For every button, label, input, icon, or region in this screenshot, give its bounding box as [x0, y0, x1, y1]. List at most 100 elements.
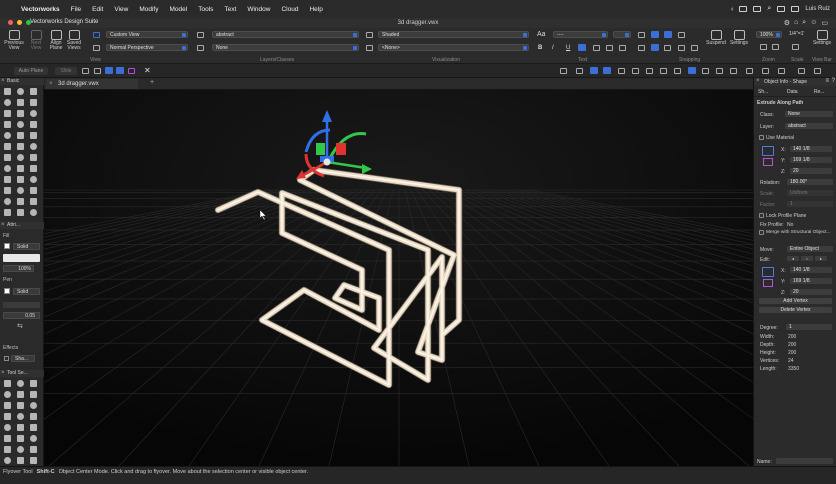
electrical-tool-icon[interactable] [17, 424, 24, 431]
flyover-mode-icon[interactable] [105, 67, 113, 74]
menu-icon[interactable]: ≡ [825, 78, 829, 84]
push-pull-tool-icon[interactable] [4, 198, 11, 205]
justify-icon[interactable] [619, 45, 626, 51]
prev-vertex-button[interactable]: • [801, 256, 813, 261]
oval-tool-icon[interactable] [17, 121, 24, 128]
machine-tool-icon[interactable] [4, 424, 11, 431]
polygon-tool-icon[interactable] [17, 132, 24, 139]
pan-icon[interactable] [94, 68, 101, 74]
delete-vertex-button[interactable]: Delete Vertex [759, 307, 832, 313]
mirror-tool-icon[interactable] [17, 154, 24, 161]
line-weight-field[interactable]: 0.05 [3, 312, 40, 319]
snapping-settings-button[interactable]: Settings [727, 30, 751, 46]
shadow-select[interactable]: Sha... [11, 355, 35, 362]
view-select[interactable]: Custom View [106, 31, 188, 38]
visualization-tool-icon[interactable] [17, 402, 24, 409]
furniture-tool-icon[interactable] [17, 391, 24, 398]
snap-edge-icon[interactable] [651, 44, 659, 51]
menu-help[interactable]: Help [309, 6, 322, 13]
split-tool-icon[interactable] [4, 165, 11, 172]
trim-tool-icon[interactable] [17, 165, 24, 172]
snap-working-plane-icon[interactable] [691, 45, 698, 51]
menu-file[interactable]: File [71, 6, 81, 13]
annotation-tool-icon[interactable] [17, 435, 24, 442]
pen-style-select[interactable]: Solid [13, 288, 40, 295]
shadow-checkbox[interactable] [4, 356, 9, 361]
snap-angle-icon[interactable] [664, 31, 672, 38]
view-mode-icon[interactable] [590, 67, 598, 74]
options-icon[interactable] [798, 68, 805, 74]
scale-icon[interactable] [792, 44, 799, 50]
contrast-icon[interactable] [560, 68, 567, 74]
name-field[interactable] [776, 458, 833, 464]
callout-tool-icon[interactable] [30, 99, 37, 106]
rotate-tool-icon[interactable] [30, 187, 37, 194]
menu-text[interactable]: Text [224, 6, 236, 13]
vertex-x-field[interactable]: 140 1/8 [790, 267, 832, 273]
use-material-checkbox[interactable] [759, 135, 764, 140]
view-bar-settings-button[interactable]: Settings [810, 30, 834, 46]
crosshair-icon[interactable]: ✕ [144, 66, 151, 75]
x-field[interactable]: 140 1/8 [790, 146, 832, 152]
position-box-icon[interactable] [762, 146, 774, 156]
view-cube-icon[interactable] [576, 68, 583, 74]
clip-tool-icon[interactable] [17, 176, 24, 183]
eye-icon[interactable] [746, 68, 753, 74]
close-palette-icon[interactable]: × [756, 78, 760, 84]
wifi-icon[interactable] [791, 6, 800, 12]
arc-tool-icon[interactable] [30, 121, 37, 128]
perspective-icon[interactable] [603, 67, 611, 74]
walkthrough-icon[interactable] [116, 67, 124, 74]
move-tool-icon[interactable] [17, 187, 24, 194]
drawing-viewport[interactable] [44, 90, 753, 466]
circle-tool-icon[interactable] [4, 121, 11, 128]
connect-tool-icon[interactable] [30, 176, 37, 183]
control-center-icon[interactable] [739, 6, 748, 12]
extrude-tool-icon[interactable] [17, 198, 24, 205]
projection-select[interactable]: Normal Perspective [106, 44, 188, 51]
menu-model[interactable]: Model [170, 6, 188, 13]
scene-3d[interactable] [44, 90, 753, 466]
walls-tool-icon[interactable] [17, 446, 24, 453]
loft-tool-icon[interactable] [17, 209, 24, 216]
z-field[interactable]: 20 [790, 168, 832, 174]
menu-tools[interactable]: Tools [198, 6, 213, 13]
tab-data[interactable]: Data [787, 89, 798, 95]
battery-icon[interactable] [753, 6, 762, 12]
hvac-tool-icon[interactable] [4, 435, 11, 442]
light-icon[interactable] [660, 68, 667, 74]
render-settings-icon[interactable] [814, 68, 821, 74]
snap-intersection-icon[interactable] [678, 32, 685, 38]
notification-icon[interactable] [777, 6, 786, 12]
object-info-header[interactable]: × Object Info - Shape ≡ ? [754, 78, 836, 86]
text-tool-icon[interactable] [17, 99, 24, 106]
gear-icon[interactable]: ⚙ [784, 19, 790, 27]
menu-window[interactable]: Window [247, 6, 270, 13]
clip-cube-icon[interactable] [716, 68, 723, 74]
bounds-icon[interactable] [632, 68, 639, 74]
3d-modeling-tool-icon[interactable] [30, 435, 37, 442]
auto-plane-button[interactable]: Auto Plane [14, 67, 48, 75]
tool-sets-palette-header[interactable]: Tool Se... [0, 370, 44, 377]
menu-modify[interactable]: Modify [139, 6, 158, 13]
back-icon[interactable]: ‹ [731, 6, 733, 13]
attributes-palette-header[interactable]: Attri... [0, 222, 44, 229]
first-vertex-button[interactable]: ◂ [787, 256, 799, 261]
spiral-tool-icon[interactable] [4, 143, 11, 150]
zoom-out-icon[interactable] [772, 44, 779, 50]
zoom-tool-icon[interactable] [4, 99, 11, 106]
merge-checkbox[interactable] [759, 230, 764, 235]
dims-tool-icon[interactable] [4, 380, 11, 387]
irrigation-tool-icon[interactable] [30, 413, 37, 420]
rectangle-tool-icon[interactable] [17, 110, 24, 117]
snap-distance-icon[interactable] [638, 45, 645, 51]
render-mode-select[interactable]: Shaded [378, 31, 529, 38]
lock-icon[interactable] [778, 68, 785, 74]
tab-render[interactable]: Re... [814, 89, 825, 95]
offset-tool-icon[interactable] [30, 154, 37, 161]
fabrication-tool-icon[interactable] [17, 413, 24, 420]
fix-profile-value[interactable]: No [787, 222, 793, 228]
class-select[interactable]: abstract [212, 31, 359, 38]
layer-view-icon[interactable] [688, 67, 696, 74]
structural-tool-icon[interactable] [4, 413, 11, 420]
